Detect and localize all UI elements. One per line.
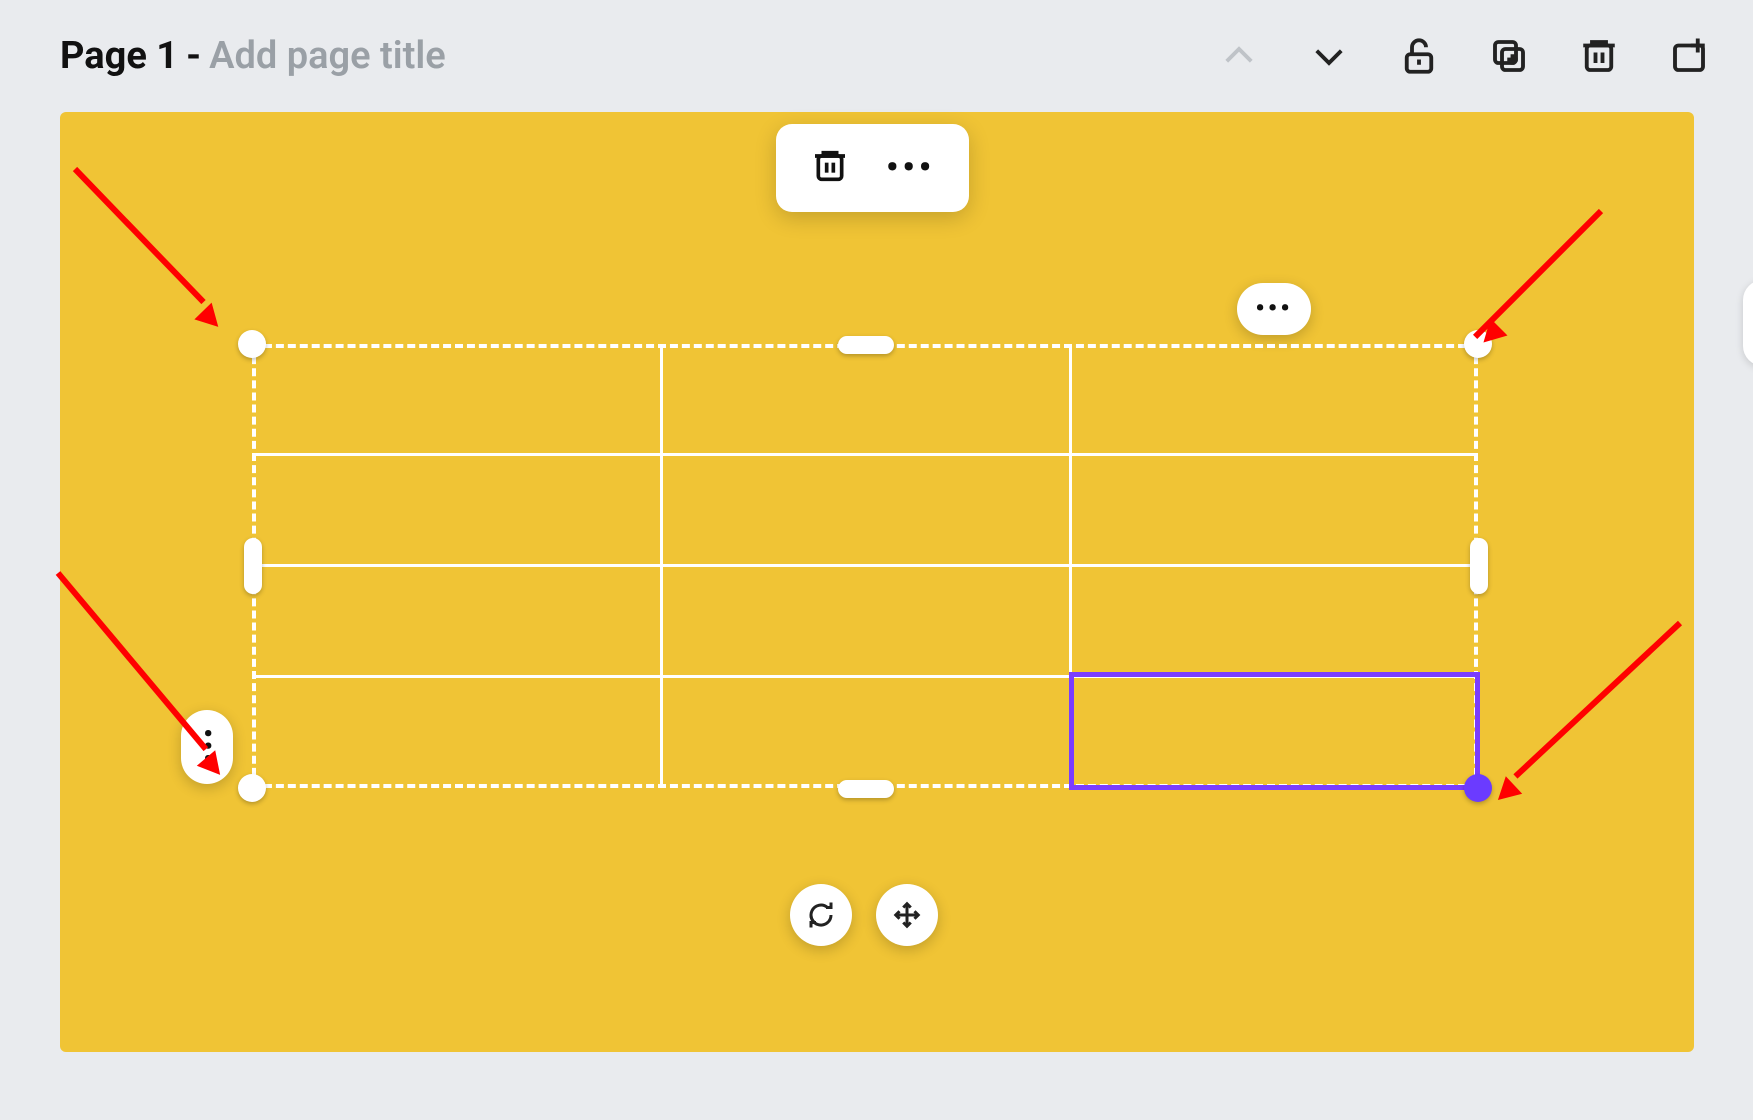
side-panel-toggle[interactable] xyxy=(1743,280,1753,366)
next-page-button[interactable] xyxy=(1305,32,1353,80)
page-title-separator: - xyxy=(186,34,201,78)
add-page-icon[interactable] xyxy=(1665,32,1713,80)
resize-handle-left[interactable] xyxy=(244,538,262,594)
annotation-arrowhead xyxy=(194,303,227,335)
rotate-button[interactable] xyxy=(790,884,852,946)
duplicate-page-icon[interactable] xyxy=(1485,32,1533,80)
resize-handle-top[interactable] xyxy=(838,336,894,354)
page-header: Page 1 - Add page title xyxy=(0,0,1753,112)
selection-toolbar: ••• xyxy=(776,124,969,212)
delete-element-button[interactable] xyxy=(810,146,850,190)
annotation-arrow xyxy=(1473,209,1603,339)
annotation-arrow xyxy=(73,167,206,304)
annotation-arrowhead xyxy=(1490,776,1522,809)
page-title-placeholder[interactable]: Add page title xyxy=(209,34,446,78)
column-options-button[interactable]: ••• xyxy=(1237,283,1311,335)
delete-page-icon[interactable] xyxy=(1575,32,1623,80)
table-row-divider xyxy=(252,564,1478,567)
table-col-divider xyxy=(660,344,663,788)
annotation-arrow xyxy=(1513,621,1682,779)
page-number-label: Page 1 xyxy=(60,34,178,78)
resize-handle-br[interactable] xyxy=(1464,774,1492,802)
resize-handle-bottom[interactable] xyxy=(838,780,894,798)
prev-page-button[interactable] xyxy=(1215,32,1263,80)
header-actions xyxy=(1215,32,1713,80)
more-options-button[interactable]: ••• xyxy=(886,148,935,188)
design-canvas[interactable]: ••• ••• ••• xyxy=(60,112,1694,1052)
annotation-arrow xyxy=(56,571,208,751)
resize-handle-tl[interactable] xyxy=(238,330,266,358)
move-button[interactable] xyxy=(876,884,938,946)
unlock-icon[interactable] xyxy=(1395,32,1443,80)
transform-controls xyxy=(790,884,938,946)
selected-cell-highlight[interactable] xyxy=(1069,672,1480,790)
resize-handle-bl[interactable] xyxy=(238,774,266,802)
resize-handle-right[interactable] xyxy=(1470,538,1488,594)
table-row-divider xyxy=(252,453,1478,456)
page-title-group[interactable]: Page 1 - Add page title xyxy=(60,34,446,78)
